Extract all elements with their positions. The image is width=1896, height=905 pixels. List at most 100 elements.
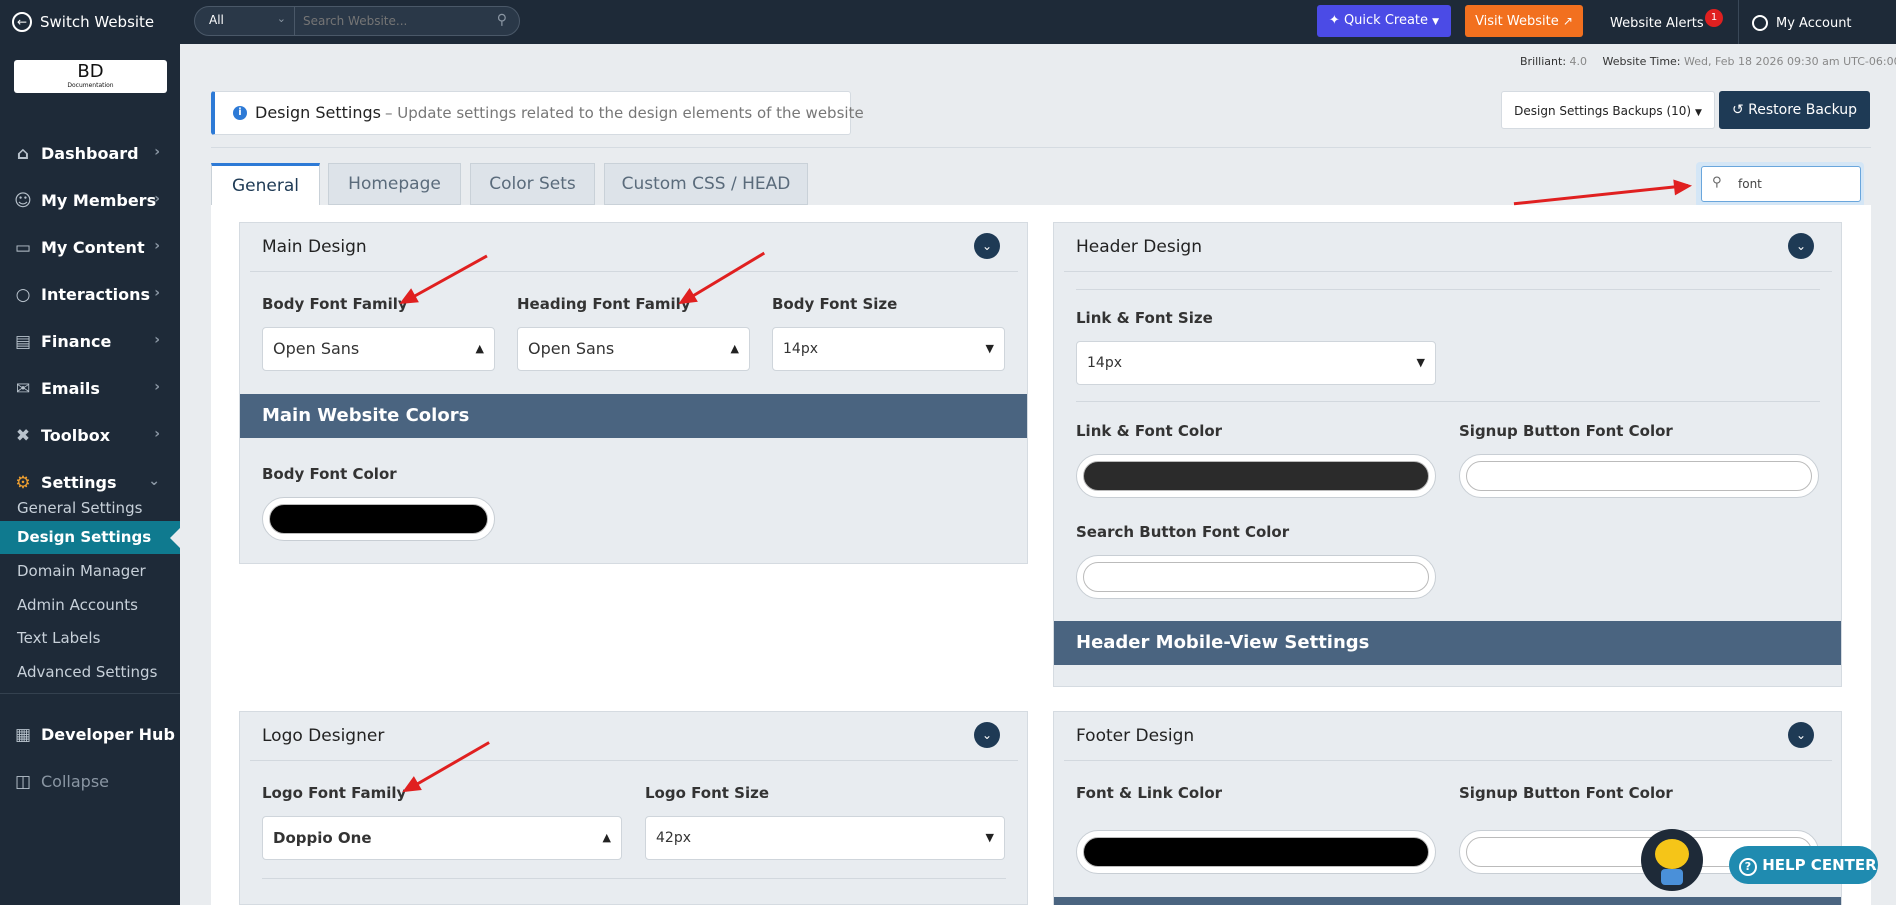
- restore-backup-button[interactable]: ↺ Restore Backup: [1719, 91, 1870, 129]
- panel-title: Main Design: [262, 237, 367, 257]
- header-mobile-view-bar: Header Mobile-View Settings: [1054, 621, 1841, 665]
- main-website-colors-bar: Main Website Colors: [240, 394, 1027, 438]
- my-account-button[interactable]: My Account: [1752, 12, 1852, 34]
- subnav-domain-manager[interactable]: Domain Manager: [0, 555, 180, 588]
- logo-text: BD: [77, 61, 104, 82]
- grid-icon: ▦: [14, 725, 32, 745]
- chevron-right-icon: ›: [154, 238, 160, 254]
- footer-link-color-label: Font & Link Color: [1076, 784, 1223, 802]
- next-section-bar: [1054, 897, 1841, 905]
- nav-toolbox[interactable]: ✖ Toolbox ›: [0, 412, 180, 459]
- chevron-right-icon: ›: [154, 144, 160, 160]
- backups-dropdown[interactable]: Design Settings Backups (10) ▼: [1501, 91, 1715, 129]
- nav-label: Interactions: [41, 285, 151, 304]
- page-title: Design Settings: [255, 103, 381, 122]
- link-font-size-label: Link & Font Size: [1076, 309, 1213, 327]
- settings-filter-value: font: [1738, 177, 1762, 191]
- body-font-family-select[interactable]: Open Sans ▲: [262, 327, 495, 371]
- nav-my-members[interactable]: ☺ My Members ›: [0, 177, 180, 224]
- mail-icon: ✉: [15, 379, 31, 399]
- search-icon[interactable]: ⚲: [497, 12, 507, 28]
- sidebar-collapse-icon: ◫: [14, 772, 32, 792]
- alerts-count-badge: 1: [1705, 9, 1723, 27]
- logo[interactable]: BD Documentation: [14, 60, 167, 93]
- help-bot-avatar[interactable]: [1641, 829, 1703, 891]
- robot-icon: [1655, 839, 1689, 869]
- select-value: 14px: [1087, 355, 1122, 371]
- search-input[interactable]: [303, 11, 483, 31]
- nav-finance[interactable]: ▤ Finance ›: [0, 318, 180, 365]
- footer-link-color-picker[interactable]: [1076, 830, 1436, 874]
- nav-label: Toolbox: [41, 426, 111, 445]
- sparkle-icon: ✦: [1328, 13, 1340, 28]
- back-circle-icon: ←: [12, 12, 32, 32]
- chevron-down-icon[interactable]: ⌄: [974, 233, 1000, 259]
- collapse-button[interactable]: ◫ Collapse: [0, 758, 180, 805]
- footer-signup-font-color-label: Signup Button Font Color: [1459, 784, 1673, 802]
- select-value: 42px: [656, 830, 691, 846]
- body-font-family-label: Body Font Family: [262, 295, 408, 313]
- search-scope-select[interactable]: All ⌄: [195, 7, 295, 35]
- switch-website-button[interactable]: ← Switch Website: [12, 11, 154, 33]
- caret-down-icon: ▼: [1416, 356, 1425, 369]
- website-alerts-button[interactable]: Website Alerts 1: [1610, 9, 1723, 34]
- quick-create-button[interactable]: ✦ Quick Create ▼: [1317, 5, 1451, 37]
- subnav-admin-accounts[interactable]: Admin Accounts: [0, 589, 180, 622]
- panel-divider: [1064, 271, 1832, 272]
- collapse-label: Collapse: [41, 772, 109, 791]
- chevron-down-icon[interactable]: ⌄: [1788, 722, 1814, 748]
- nav-emails[interactable]: ✉ Emails ›: [0, 365, 180, 412]
- tab-homepage[interactable]: Homepage: [328, 163, 461, 205]
- nav-label: My Content: [41, 238, 145, 257]
- logo-font-family-select[interactable]: Doppio One ▲: [262, 816, 622, 860]
- logo-font-size-select[interactable]: 42px ▼: [645, 816, 1005, 860]
- nav-dashboard[interactable]: ⌂ Dashboard ›: [0, 130, 180, 177]
- visit-website-button[interactable]: Visit Website ↗: [1465, 5, 1583, 37]
- signup-button-font-color-picker[interactable]: [1459, 454, 1819, 498]
- tab-general[interactable]: General: [211, 163, 320, 205]
- panel-divider: [1076, 289, 1820, 290]
- nav-label: Dashboard: [41, 144, 139, 163]
- search-scope-value: All: [209, 13, 224, 27]
- nav-my-content[interactable]: ▭ My Content ›: [0, 224, 180, 271]
- restore-label: Restore Backup: [1748, 102, 1858, 118]
- panel-divider: [250, 271, 1018, 272]
- link-font-color-picker[interactable]: [1076, 454, 1436, 498]
- active-indicator: [170, 528, 180, 548]
- chevron-down-icon[interactable]: ⌄: [1788, 233, 1814, 259]
- logo-font-size-label: Logo Font Size: [645, 784, 769, 802]
- search-button-font-color-picker[interactable]: [1076, 555, 1436, 599]
- chevron-down-icon[interactable]: ⌄: [974, 722, 1000, 748]
- nav-label: My Members: [41, 191, 157, 210]
- subnav-advanced-settings[interactable]: Advanced Settings: [0, 656, 180, 689]
- help-center-button[interactable]: ? HELP CENTER: [1729, 846, 1878, 884]
- heading-font-family-select[interactable]: Open Sans ▲: [517, 327, 750, 371]
- body-font-color-picker[interactable]: [262, 497, 495, 541]
- footer-design-panel: Footer Design ⌄ Font & Link Color Signup…: [1053, 711, 1842, 905]
- external-link-icon: ↗: [1562, 14, 1573, 28]
- link-font-size-select[interactable]: 14px ▼: [1076, 341, 1436, 385]
- tab-custom-css[interactable]: Custom CSS / HEAD: [604, 163, 808, 205]
- chevron-right-icon: ›: [154, 332, 160, 348]
- nav-interactions[interactable]: ○ Interactions ›: [0, 271, 180, 318]
- sort-icon: ▲: [475, 342, 484, 355]
- version-label: Brilliant:: [1520, 55, 1567, 68]
- nav-developer-hub[interactable]: ▦ Developer Hub: [0, 711, 180, 758]
- tab-color-sets[interactable]: Color Sets: [470, 163, 595, 205]
- restore-icon: ↺: [1731, 102, 1744, 118]
- heading-font-family-label: Heading Font Family: [517, 295, 691, 313]
- subnav-design-settings[interactable]: Design Settings: [0, 521, 180, 554]
- panel-divider: [1064, 760, 1832, 761]
- settings-filter-input[interactable]: ⚲ font: [1701, 166, 1861, 202]
- page-subtitle: – Update settings related to the design …: [385, 104, 864, 122]
- website-alerts-label: Website Alerts: [1610, 16, 1704, 31]
- logo-designer-panel: Logo Designer ⌄ Logo Font Family Logo Fo…: [239, 711, 1028, 905]
- gear-icon: ⚙: [15, 473, 31, 493]
- chevron-right-icon: ›: [154, 426, 160, 442]
- home-icon: ⌂: [16, 144, 30, 164]
- link-font-color-label: Link & Font Color: [1076, 422, 1223, 440]
- subnav-text-labels[interactable]: Text Labels: [0, 622, 180, 655]
- quick-create-label: Quick Create: [1343, 13, 1429, 28]
- main-design-panel: Main Design ⌄ Body Font Family Heading F…: [239, 222, 1028, 564]
- body-font-size-select[interactable]: 14px ▼: [772, 327, 1005, 371]
